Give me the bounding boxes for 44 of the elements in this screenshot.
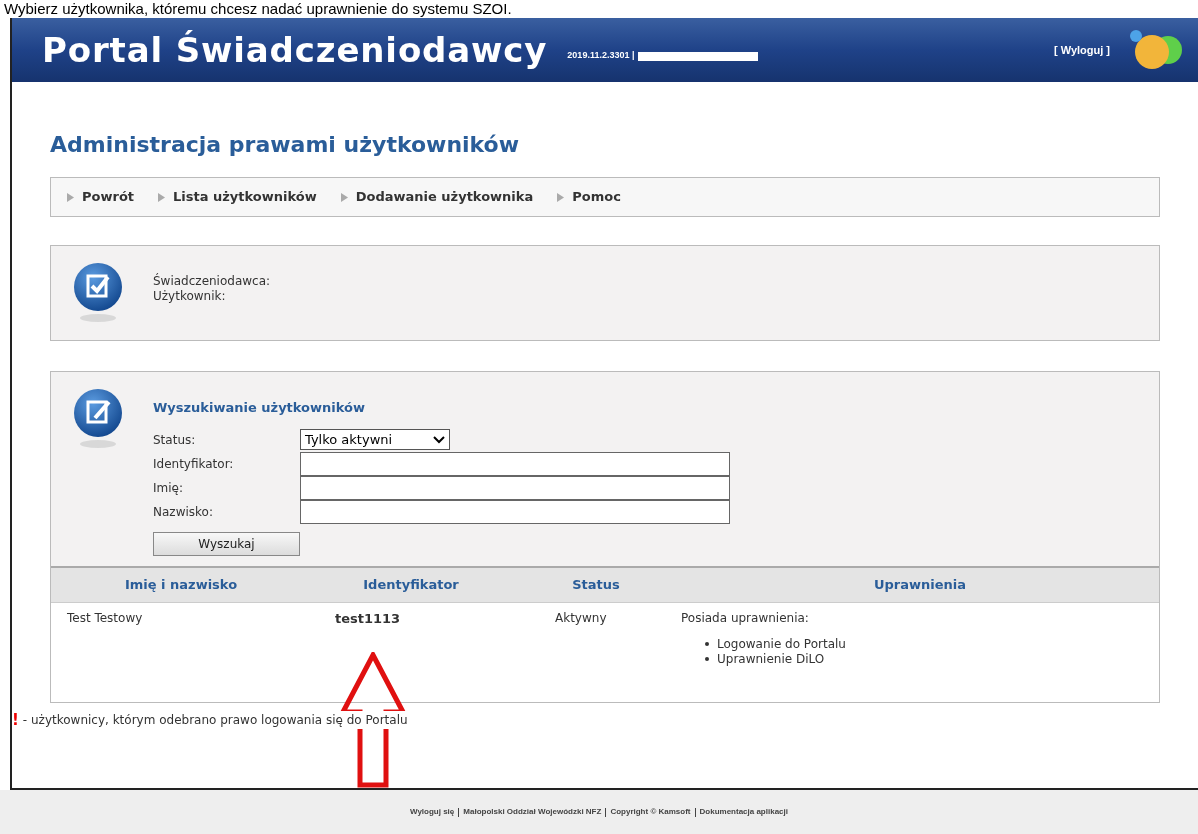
instruction-text: Wybierz użytkownika, któremu chcesz nadać uprawnienie do systemu SZOI. — [3, 0, 513, 18]
field-label: Imię: — [153, 479, 184, 497]
triangle-icon — [158, 192, 166, 202]
footer-link[interactable]: Wyloguj się — [410, 806, 455, 818]
input-field[interactable] — [300, 451, 730, 476]
triangle-icon — [340, 192, 348, 202]
input-field[interactable] — [300, 475, 730, 500]
search-title: Wyszukiwanie użytkowników — [153, 399, 366, 417]
footer-link[interactable]: Dokumentacja aplikacji — [699, 806, 788, 818]
nav-link[interactable]: Powrót — [67, 187, 135, 207]
rights-title: Posiada uprawnienia: — [681, 609, 810, 627]
logout-link[interactable]: [ Wyloguj ] — [1054, 41, 1110, 59]
footer-link[interactable]: Małopolski Oddział Wojewódzki NFZ — [463, 806, 602, 818]
triangle-icon — [557, 192, 565, 202]
search-button[interactable]: Wyszukaj — [153, 531, 300, 556]
nav-link[interactable]: Dodawanie użytkownika — [340, 187, 534, 207]
rights-item: Uprawnienie DiLO — [705, 651, 846, 667]
nav-link[interactable]: Pomoc — [557, 187, 621, 207]
warning-mark: ! — [12, 709, 19, 731]
field-label: Status: — [153, 431, 197, 449]
column-header: Imię i nazwisko — [123, 575, 239, 594]
column-header: Status — [571, 575, 621, 594]
page-title: Administracja prawami użytkowników — [50, 131, 521, 159]
nav-link[interactable]: Lista użytkowników — [158, 187, 317, 207]
info-label: Świadczeniodawca: — [153, 274, 271, 289]
column-header: Identyfikator — [362, 575, 460, 594]
field-label: Identyfikator: — [153, 455, 235, 473]
triangle-icon — [67, 192, 74, 202]
status-select[interactable]: Tylko aktywni — [300, 429, 450, 450]
field-label: Nazwisko: — [153, 503, 214, 521]
input-field[interactable] — [300, 499, 730, 524]
version-text: 2019.11.2.3301 | — [567, 49, 635, 63]
info-label: Użytkownik: — [153, 289, 227, 304]
table-cell-text: test1113 — [334, 609, 402, 628]
table-cell-text: Aktywny — [554, 609, 608, 627]
table-cell-text: Test Testowy — [66, 609, 144, 627]
edit-icon — [73, 388, 123, 450]
chevron-icon — [433, 435, 445, 444]
checklist-icon — [73, 262, 123, 324]
footer-link[interactable]: Copyright © Kamsoft — [610, 806, 691, 818]
column-header: Uprawnienia — [872, 575, 968, 594]
legend-text: - użytkownicy, którym odebrano prawo logowania się do Portalu — [22, 710, 408, 729]
rights-item: Logowanie do Portalu — [705, 636, 846, 652]
portal-title: Portal Świadczeniodawcy — [42, 28, 548, 72]
